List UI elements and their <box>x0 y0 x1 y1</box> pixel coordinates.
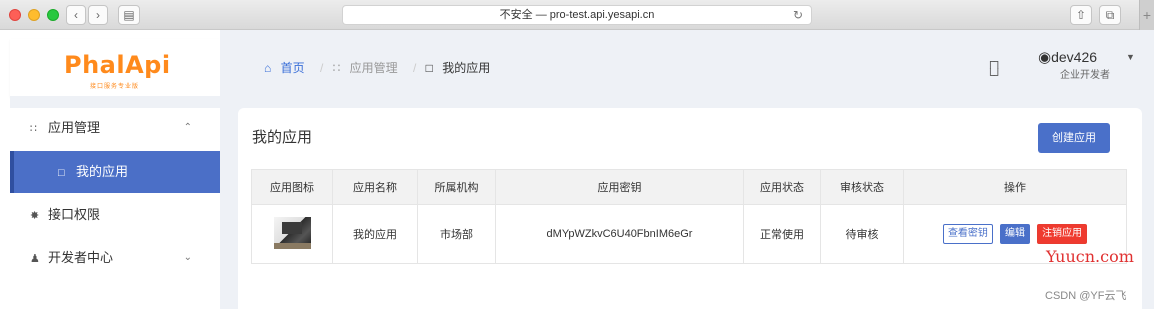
sidebar: PhalApi 接口服务专业版 ∷ 应用管理 ⌃ □ 我的应用 ✸ 接口权限 ♟ 开发者… <box>10 30 220 309</box>
share-button[interactable]: ⇧ <box>1070 5 1092 25</box>
view-key-button[interactable]: 查看密钥 <box>942 224 993 244</box>
close-window-button[interactable] <box>9 9 21 21</box>
table-header-row: 应用图标 应用名称 所属机构 应用密钥 应用状态 审核状态 操作 <box>251 169 1127 205</box>
csdn-watermark: CSDN @YF云飞 <box>1045 290 1127 302</box>
table-row: 我的应用 市场部 dMYpWZkvC6U40FbnIM6eGr 正常使用 待审核… <box>251 204 1127 264</box>
apps-table: 应用图标 应用名称 所属机构 应用密钥 应用状态 审核状态 操作 我的应用 市场… <box>251 169 1127 264</box>
user-name: dev426 <box>1051 49 1098 65</box>
app-icon-cell <box>251 204 333 264</box>
user-menu[interactable]: ◉dev426 企业开发者 <box>1038 48 1110 81</box>
app-status-cell: 正常使用 <box>743 204 821 264</box>
address-text: 不安全 — pro-test.api.yesapi.cn <box>499 9 655 21</box>
sidebar-item-label: 开发者中心 <box>48 250 114 265</box>
column-header: 操作 <box>903 169 1127 205</box>
tabs-overview-button[interactable]: ⧉ <box>1099 5 1121 25</box>
sidebar-item-label: 接口权限 <box>48 207 101 222</box>
new-tab-button[interactable]: + <box>1139 0 1154 30</box>
app-name-cell: 我的应用 <box>332 204 418 264</box>
sidebar-item-api-permissions[interactable]: ✸ 接口权限 <box>10 195 220 235</box>
sidebar-item-my-apps[interactable]: □ 我的应用 <box>10 151 220 193</box>
gear-icon: ✸ <box>30 210 40 222</box>
reload-icon[interactable]: ↻ <box>793 6 803 24</box>
logo-text: PhalApi <box>64 51 171 79</box>
chevron-down-icon: ⌄ <box>183 252 192 263</box>
sidebar-item-app-management[interactable]: ∷ 应用管理 ⌃ <box>10 108 220 148</box>
user-role: 企业开发者 <box>1060 70 1110 81</box>
create-app-button[interactable]: 创建应用 <box>1038 123 1110 153</box>
home-icon: ⌂ <box>264 61 272 75</box>
breadcrumb-section[interactable]: ∷ 应用管理 <box>333 61 404 75</box>
breadcrumb-home[interactable]: ⌂ 首页 <box>264 61 311 75</box>
breadcrumb-current: □ 我的应用 <box>425 61 491 75</box>
minimize-window-button[interactable] <box>28 9 40 21</box>
deregister-app-button[interactable]: 注销应用 <box>1037 224 1088 244</box>
sidebar-item-developer-center[interactable]: ♟ 开发者中心 ⌄ <box>10 238 220 278</box>
browser-toolbar: ‹ › ▤ 不安全 — pro-test.api.yesapi.cn ↻ ⇧ ⧉… <box>0 0 1154 30</box>
grid-icon: ∷ <box>30 123 37 135</box>
column-header: 应用图标 <box>251 169 333 205</box>
page-title: 我的应用 <box>252 129 313 146</box>
user-icon: ♟ <box>30 253 40 265</box>
sidebar-item-label: 应用管理 <box>48 120 101 135</box>
breadcrumb: ⌂ 首页 / ∷ 应用管理 / □ 我的应用 <box>264 59 502 76</box>
address-bar[interactable]: 不安全 — pro-test.api.yesapi.cn ↻ <box>342 5 812 25</box>
grid-icon: ∷ <box>332 61 341 75</box>
caret-down-icon[interactable]: ▼ <box>1126 52 1135 62</box>
content-card: 我的应用 创建应用 应用图标 应用名称 所属机构 应用密钥 应用状态 审核状态 … <box>238 108 1142 309</box>
window-icon: □ <box>425 61 433 75</box>
column-header: 审核状态 <box>820 169 904 205</box>
forward-button[interactable]: › <box>88 5 108 25</box>
back-button[interactable]: ‹ <box>66 5 86 25</box>
column-header: 所属机构 <box>417 169 496 205</box>
sidebar-item-label: 我的应用 <box>76 164 129 179</box>
app-root: PhalApi 接口服务专业版 ∷ 应用管理 ⌃ □ 我的应用 ✸ 接口权限 ♟ 开发者… <box>10 30 1154 309</box>
column-header: 应用密钥 <box>495 169 744 205</box>
fullscreen-icon[interactable]: ┌┐ └┘ <box>986 54 1002 82</box>
app-icon-image <box>273 216 311 249</box>
app-review-cell: 待审核 <box>820 204 904 264</box>
edit-button[interactable]: 编辑 <box>1000 224 1030 244</box>
chevron-up-icon: ⌃ <box>183 122 192 133</box>
column-header: 应用名称 <box>332 169 418 205</box>
site-watermark: Yuucn.com <box>1046 247 1134 266</box>
globe-icon: ◉ <box>1038 49 1052 66</box>
sidebar-toggle-button[interactable]: ▤ <box>118 5 140 25</box>
column-header: 应用状态 <box>743 169 821 205</box>
logo[interactable]: PhalApi 接口服务专业版 <box>10 39 220 97</box>
window-icon: □ <box>58 167 65 179</box>
app-key-cell: dMYpWZkvC6U40FbnIM6eGr <box>495 204 744 264</box>
zoom-window-button[interactable] <box>47 9 59 21</box>
app-org-cell: 市场部 <box>417 204 496 264</box>
top-header: ⌂ 首页 / ∷ 应用管理 / □ 我的应用 ┌┐ └┘ ◉dev426 企业开发… <box>220 30 1154 106</box>
logo-subtitle: 接口服务专业版 <box>90 84 140 90</box>
